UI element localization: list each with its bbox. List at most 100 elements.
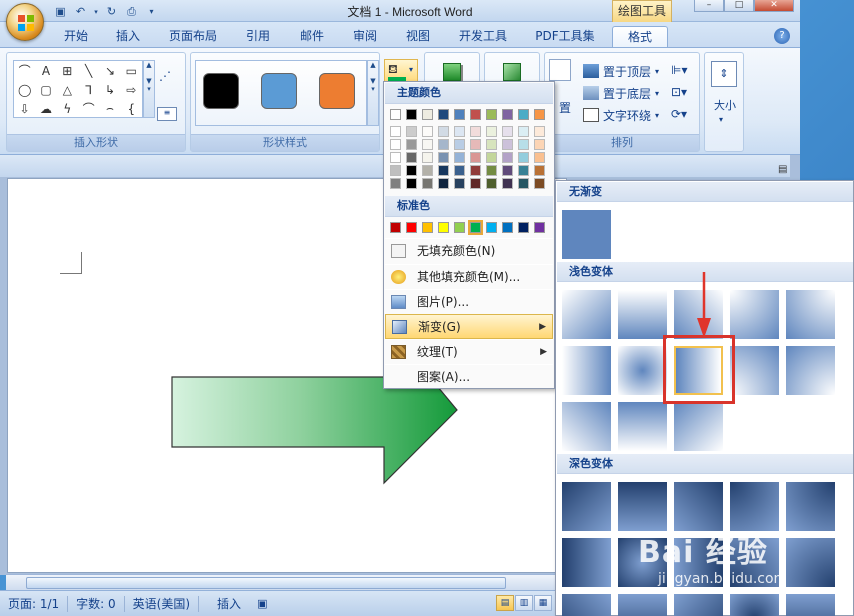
theme-color-swatch[interactable] <box>502 109 513 120</box>
3d-effects-icon[interactable] <box>503 63 521 81</box>
theme-color-shade-swatch[interactable] <box>422 152 433 163</box>
theme-color-shade-swatch[interactable] <box>438 178 449 189</box>
theme-color-shade-swatch[interactable] <box>390 126 401 137</box>
redo-icon[interactable]: ↻ <box>103 4 120 20</box>
dark-gradient-swatch[interactable] <box>674 482 723 531</box>
theme-color-shade-swatch[interactable] <box>502 165 513 176</box>
standard-color-swatch[interactable] <box>438 222 449 233</box>
standard-color-swatch[interactable] <box>518 222 529 233</box>
standard-color-swatch[interactable] <box>422 222 433 233</box>
light-gradient-swatch[interactable] <box>730 346 779 395</box>
dark-gradient-swatch[interactable] <box>674 594 723 616</box>
no-gradient-swatch[interactable] <box>562 210 611 259</box>
theme-color-shade-swatch[interactable] <box>422 126 433 137</box>
macro-record-icon[interactable]: ▣ <box>249 597 275 610</box>
theme-color-shade-swatch[interactable] <box>534 178 545 189</box>
dark-gradient-swatch[interactable] <box>562 594 611 616</box>
down-arrow-shape-icon[interactable]: ⇩ <box>20 102 30 116</box>
standard-color-swatch[interactable] <box>468 220 483 235</box>
tab-page-layout[interactable]: 页面布局 <box>162 26 224 48</box>
tab-home[interactable]: 开始 <box>56 26 96 48</box>
dark-gradient-swatch[interactable] <box>618 594 667 616</box>
theme-color-shade-swatch[interactable] <box>502 126 513 137</box>
rectangle-shape-icon[interactable]: ▭ <box>126 64 137 78</box>
tab-review[interactable]: 审阅 <box>345 26 385 48</box>
theme-color-swatch[interactable] <box>470 109 481 120</box>
line-shape-icon[interactable]: ╲ <box>85 64 92 78</box>
tab-references[interactable]: 引用 <box>238 26 278 48</box>
oval-shape-icon[interactable]: ◯ <box>18 83 31 97</box>
shadow-effects-icon[interactable] <box>443 63 461 81</box>
theme-color-shade-swatch[interactable] <box>438 165 449 176</box>
theme-color-shade-swatch[interactable] <box>390 139 401 150</box>
theme-color-swatch[interactable] <box>486 109 497 120</box>
style-gallery-scrollbar[interactable]: ▲ ▼ ▾ <box>367 60 379 126</box>
light-gradient-swatch[interactable] <box>730 290 779 339</box>
light-gradient-swatch[interactable] <box>618 402 667 451</box>
dark-gradient-swatch[interactable] <box>562 482 611 531</box>
print-preview-icon[interactable]: ⎙ <box>123 4 140 20</box>
tab-mailings[interactable]: 邮件 <box>292 26 332 48</box>
ruler-toggle-icon[interactable]: ▤ <box>778 164 787 175</box>
dark-gradient-swatch[interactable] <box>786 594 835 616</box>
full-screen-view-icon[interactable]: ▥ <box>515 595 533 611</box>
theme-color-shade-swatch[interactable] <box>422 178 433 189</box>
theme-color-shade-swatch[interactable] <box>454 178 465 189</box>
word-count[interactable]: 字数: 0 <box>68 595 124 612</box>
no-fill-item[interactable]: 无填充颜色(N) <box>385 238 553 263</box>
tab-pdf-tools[interactable]: PDF工具集 <box>528 26 602 48</box>
language-indicator[interactable]: 英语(美国) <box>125 595 198 612</box>
light-gradient-swatch[interactable] <box>786 346 835 395</box>
shape-gallery[interactable]: ⌒ A ⊞ ╲ ↘ ▭ ◯ ▢ △ ⅂ ↳ ⇨ ⇩ ☁ ϟ ⌒ ⌢ { <box>13 60 143 118</box>
save-icon[interactable]: ▣ <box>52 4 69 20</box>
dark-gradient-swatch[interactable] <box>730 594 779 616</box>
theme-color-swatch[interactable] <box>438 109 449 120</box>
horizontal-scrollbar[interactable] <box>6 574 558 590</box>
shape-gallery-scrollbar[interactable]: ▲ ▼ ▾ <box>143 60 155 118</box>
theme-color-swatch[interactable] <box>454 109 465 120</box>
theme-color-shade-swatch[interactable] <box>518 152 529 163</box>
theme-color-shade-swatch[interactable] <box>406 178 417 189</box>
scrollbar-thumb[interactable] <box>26 577 506 589</box>
theme-color-shade-swatch[interactable] <box>390 152 401 163</box>
office-button[interactable] <box>6 3 44 41</box>
theme-color-shade-swatch[interactable] <box>486 165 497 176</box>
brace-shape-icon[interactable]: { <box>128 102 136 116</box>
light-gradient-swatch[interactable] <box>618 290 667 339</box>
position-icon[interactable] <box>549 59 571 81</box>
shape-fill-button[interactable]: ⛾ ▾ <box>384 59 418 83</box>
dark-gradient-swatch[interactable] <box>786 482 835 531</box>
right-arrow-shape-icon[interactable]: ⇨ <box>126 83 136 97</box>
theme-color-shade-swatch[interactable] <box>502 139 513 150</box>
theme-color-shade-swatch[interactable] <box>406 165 417 176</box>
theme-color-shade-swatch[interactable] <box>406 139 417 150</box>
theme-color-shade-swatch[interactable] <box>518 178 529 189</box>
freeform-shape-icon[interactable]: ⌒ <box>19 62 31 79</box>
undo-icon[interactable]: ↶ <box>72 4 89 20</box>
rotate-icon[interactable]: ⟳▾ <box>671 107 687 121</box>
minimize-button[interactable]: – <box>694 0 724 12</box>
tab-developer[interactable]: 开发工具 <box>452 26 514 48</box>
theme-color-swatch[interactable] <box>390 109 401 120</box>
theme-color-shade-swatch[interactable] <box>454 152 465 163</box>
theme-color-shade-swatch[interactable] <box>470 178 481 189</box>
theme-color-shade-swatch[interactable] <box>534 165 545 176</box>
style-swatch-blue[interactable] <box>261 73 297 109</box>
picture-fill-item[interactable]: 图片(P)... <box>385 289 553 314</box>
edit-shape-icon[interactable]: ⋰ <box>159 69 171 83</box>
theme-color-swatch[interactable] <box>518 109 529 120</box>
tab-format[interactable]: 格式 <box>612 26 668 48</box>
theme-color-shade-swatch[interactable] <box>470 139 481 150</box>
arc-shape-icon[interactable]: ⌢ <box>106 101 114 116</box>
cloud-shape-icon[interactable]: ☁ <box>40 102 52 116</box>
theme-color-shade-swatch[interactable] <box>438 152 449 163</box>
insert-mode-indicator[interactable]: 插入 <box>209 595 249 612</box>
dark-gradient-swatch[interactable] <box>730 482 779 531</box>
print-layout-view-icon[interactable]: ▤ <box>496 595 514 611</box>
group-icon[interactable]: ⊡▾ <box>671 85 687 99</box>
theme-color-swatch[interactable] <box>406 109 417 120</box>
theme-color-shade-swatch[interactable] <box>518 165 529 176</box>
theme-color-shade-swatch[interactable] <box>406 126 417 137</box>
theme-color-shade-swatch[interactable] <box>534 139 545 150</box>
size-label[interactable]: 大小 <box>709 97 741 113</box>
